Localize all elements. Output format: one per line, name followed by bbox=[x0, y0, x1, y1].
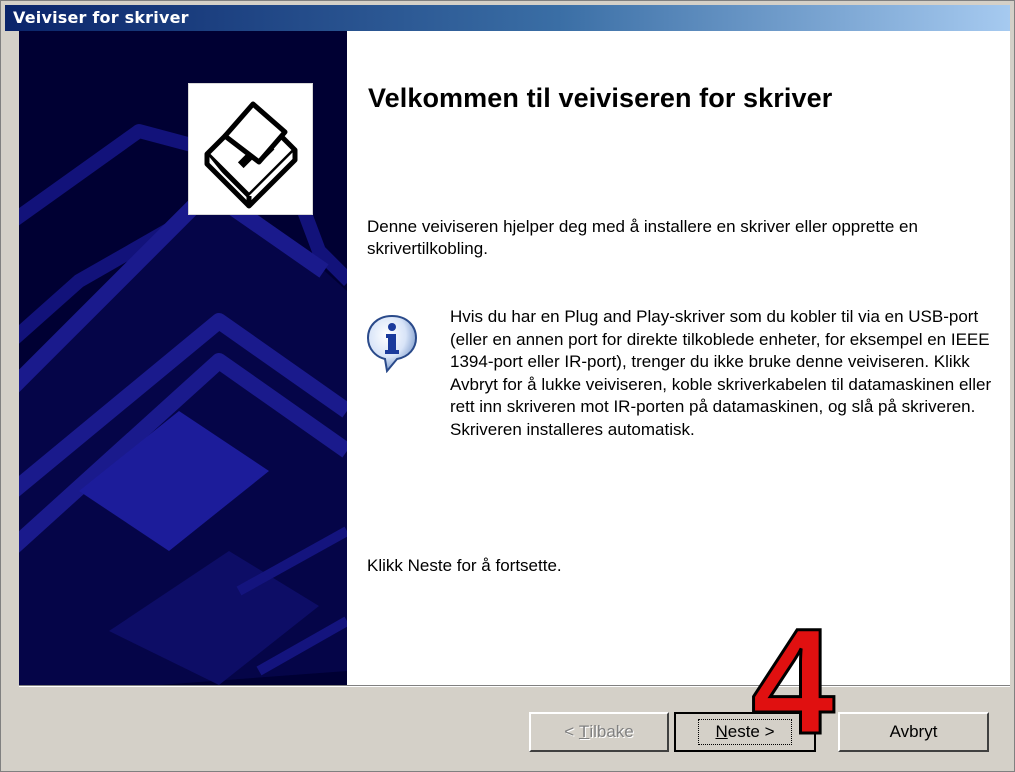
button-separator bbox=[19, 685, 1010, 687]
next-accelerator: N bbox=[715, 722, 728, 741]
info-icon bbox=[365, 313, 419, 374]
step-number-annotation: 4 bbox=[750, 621, 836, 741]
back-prefix: < bbox=[564, 722, 575, 741]
page-title: Velkommen til veiviseren for skriver bbox=[368, 83, 833, 113]
continue-instruction: Klikk Neste for å fortsette. bbox=[367, 556, 562, 575]
usb-info-text: Hvis du har en Plug and Play-skriver som… bbox=[450, 307, 992, 439]
cancel-label: Avbryt bbox=[889, 722, 938, 741]
back-button[interactable]: < Tilbake bbox=[529, 712, 669, 752]
back-label: ilbake bbox=[589, 722, 634, 741]
printer-wizard-icon bbox=[188, 83, 313, 215]
printer-wizard-window: Veiviser for skriver Velkommen til veivi… bbox=[0, 0, 1015, 772]
step-number: 4 bbox=[751, 621, 834, 741]
printer-icon bbox=[204, 101, 298, 209]
cancel-button[interactable]: Avbryt bbox=[838, 712, 989, 752]
back-accelerator: T bbox=[578, 722, 590, 741]
intro-text: Denne veiviseren hjelper deg med å insta… bbox=[367, 217, 918, 258]
wizard-content-area: Velkommen til veiviseren for skriver Den… bbox=[347, 31, 1010, 685]
window-title: Veiviser for skriver bbox=[13, 8, 189, 27]
title-bar[interactable]: Veiviser for skriver bbox=[5, 5, 1010, 31]
